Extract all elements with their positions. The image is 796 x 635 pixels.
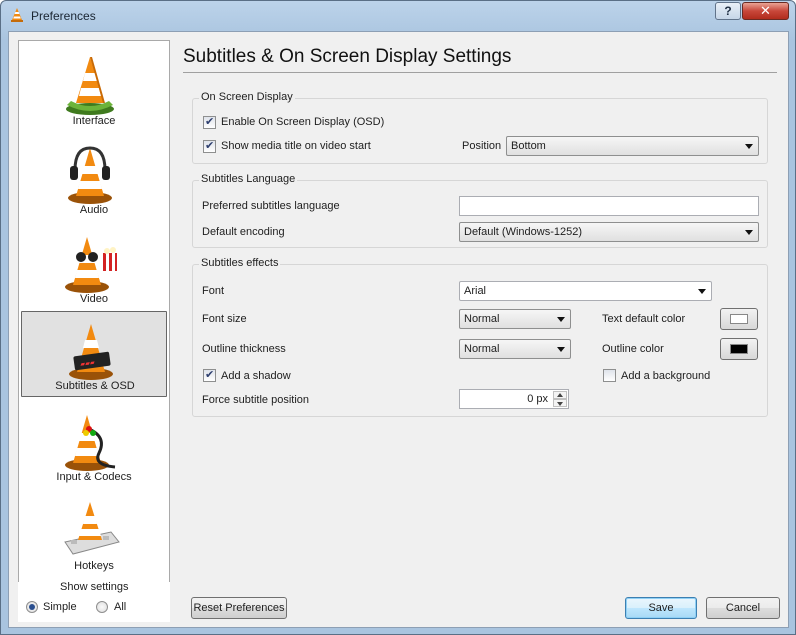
position-select[interactable]: Bottom xyxy=(506,136,759,156)
preferences-window: Preferences ? ✕ Interface Audio Video ▰▰… xyxy=(0,0,796,635)
preferred-language-input[interactable] xyxy=(459,196,759,216)
sidebar-item-label: Audio xyxy=(79,204,109,216)
category-sidebar: Interface Audio Video ▰▰▰ Subtitles & OS… xyxy=(18,40,170,606)
cancel-button[interactable]: Cancel xyxy=(706,597,780,619)
dialog-body: Interface Audio Video ▰▰▰ Subtitles & OS… xyxy=(8,31,789,628)
encoding-select-value: Default (Windows-1252) xyxy=(464,226,582,238)
show-settings-group: Show settings Simple All xyxy=(18,581,170,622)
close-button[interactable]: ✕ xyxy=(742,2,789,20)
sidebar-item-label: Hotkeys xyxy=(74,560,114,572)
sidebar-item-video[interactable]: Video xyxy=(21,225,167,311)
vlc-cone-icon xyxy=(11,8,23,22)
reset-preferences-button[interactable]: Reset Preferences xyxy=(191,597,287,619)
subtitles-language-group: Subtitles Language Preferred subtitles l… xyxy=(192,173,768,248)
window-title: Preferences xyxy=(31,9,96,23)
all-radio-label[interactable]: All xyxy=(114,601,126,613)
chevron-down-icon xyxy=(698,289,706,294)
sidebar-item-label: Input & Codecs xyxy=(56,471,132,483)
text-color-button[interactable] xyxy=(720,308,758,330)
outline-color-label: Outline color xyxy=(602,343,664,355)
sidebar-item-label: Subtitles & OSD xyxy=(55,380,135,392)
sidebar-item-interface[interactable]: Interface xyxy=(21,47,167,133)
show-settings-legend: Show settings xyxy=(58,581,131,593)
force-position-value: 0 px xyxy=(527,393,548,405)
sidebar-item-input-codecs[interactable]: Input & Codecs xyxy=(21,403,167,489)
font-select[interactable]: Arial xyxy=(459,281,712,301)
language-group-title: Subtitles Language xyxy=(199,173,298,185)
add-shadow-label[interactable]: Add a shadow xyxy=(221,370,291,382)
preferred-language-label: Preferred subtitles language xyxy=(202,200,340,212)
font-size-select[interactable]: Normal xyxy=(459,309,571,329)
sidebar-item-subtitles-osd[interactable]: ▰▰▰ Subtitles & OSD xyxy=(21,311,167,397)
position-select-value: Bottom xyxy=(511,140,546,152)
chevron-down-icon xyxy=(557,317,565,322)
outline-thickness-select[interactable]: Normal xyxy=(459,339,571,359)
simple-radio[interactable] xyxy=(26,601,38,613)
sidebar-item-label: Interface xyxy=(72,115,116,127)
force-position-spinbox[interactable]: 0 px xyxy=(459,389,569,409)
outline-color-swatch xyxy=(730,344,748,354)
osd-group: On Screen Display Enable On Screen Displ… xyxy=(192,91,768,164)
help-button[interactable]: ? xyxy=(715,2,741,20)
cone-cable-icon xyxy=(65,415,116,471)
cone-glasses-popcorn-icon xyxy=(65,237,117,293)
spin-up-icon[interactable] xyxy=(553,391,567,399)
chevron-down-icon xyxy=(557,347,565,352)
all-radio[interactable] xyxy=(96,601,108,613)
sidebar-item-hotkeys[interactable]: Hotkeys xyxy=(21,492,167,578)
force-position-label: Force subtitle position xyxy=(202,394,309,406)
position-label: Position xyxy=(462,140,502,152)
save-button[interactable]: Save xyxy=(625,597,697,619)
add-shadow-checkbox[interactable] xyxy=(203,368,216,382)
font-size-select-value: Normal xyxy=(464,313,500,325)
outline-color-button[interactable] xyxy=(720,338,758,360)
page-title: Subtitles & On Screen Display Settings xyxy=(183,46,512,67)
simple-radio-label[interactable]: Simple xyxy=(43,601,77,613)
sidebar-item-label: Video xyxy=(80,293,108,305)
text-color-swatch xyxy=(730,314,748,324)
title-bar[interactable]: Preferences ? ✕ xyxy=(1,1,795,31)
add-background-label[interactable]: Add a background xyxy=(621,370,710,382)
enable-osd-checkbox[interactable] xyxy=(203,115,216,129)
outline-thickness-select-value: Normal xyxy=(464,343,500,355)
cone-interface-icon xyxy=(66,57,114,115)
show-title-checkbox[interactable] xyxy=(203,139,216,153)
osd-group-title: On Screen Display xyxy=(199,91,295,103)
font-label: Font xyxy=(202,285,225,297)
spin-down-icon[interactable] xyxy=(553,399,567,407)
title-divider xyxy=(183,72,777,73)
sidebar-item-audio[interactable]: Audio xyxy=(21,136,167,222)
font-size-label: Font size xyxy=(202,313,247,325)
font-select-value: Arial xyxy=(464,285,487,297)
effects-group-title: Subtitles effects xyxy=(199,257,281,269)
show-title-label[interactable]: Show media title on video start xyxy=(221,140,371,152)
outline-thickness-label: Outline thickness xyxy=(202,343,286,355)
chevron-down-icon xyxy=(745,230,753,235)
enable-osd-label[interactable]: Enable On Screen Display (OSD) xyxy=(221,116,384,128)
cone-keyboard-icon xyxy=(64,502,120,555)
subtitles-effects-group: Subtitles effects Font Arial Font size N… xyxy=(192,257,768,417)
text-color-label: Text default color xyxy=(602,313,686,325)
default-encoding-label: Default encoding xyxy=(202,226,285,238)
chevron-down-icon xyxy=(745,144,753,149)
add-background-checkbox[interactable] xyxy=(603,369,616,382)
encoding-select[interactable]: Default (Windows-1252) xyxy=(459,222,759,242)
cone-headphones-icon xyxy=(68,146,112,204)
cone-subtitles-icon: ▰▰▰ xyxy=(69,324,113,380)
